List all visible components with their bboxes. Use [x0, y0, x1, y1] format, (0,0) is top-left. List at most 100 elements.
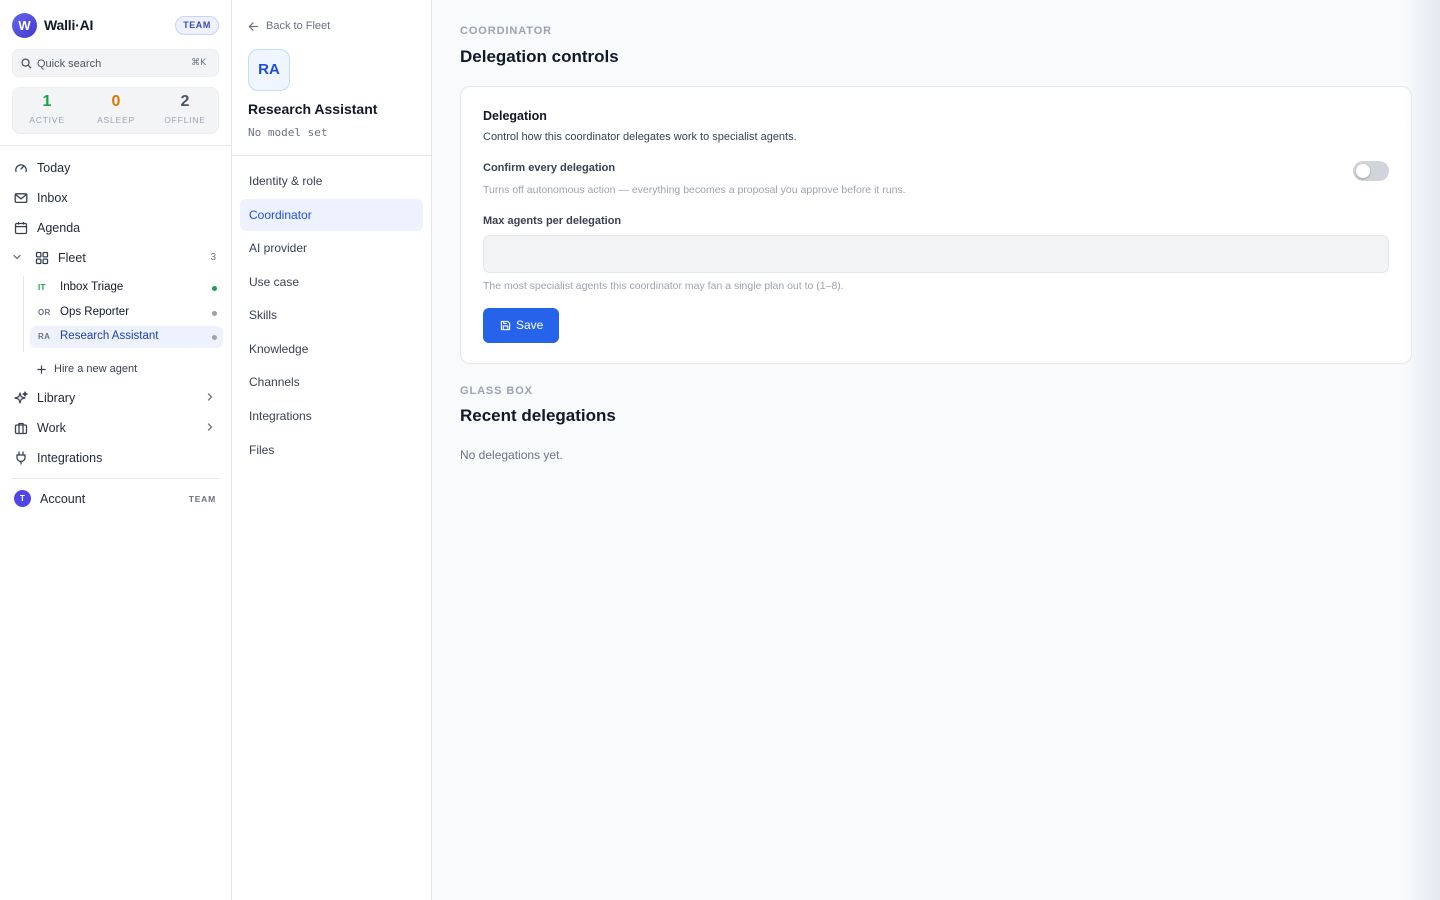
plan-badge: TEAM: [175, 16, 219, 35]
save-button[interactable]: Save: [483, 308, 559, 343]
agent-initials: OR: [38, 308, 51, 317]
settings-tab-coordinator[interactable]: Coordinator: [240, 199, 423, 231]
status-active-count: 1: [42, 93, 52, 110]
agent-name: Ops Reporter: [60, 306, 130, 318]
divider: [0, 145, 231, 146]
account-menu[interactable]: T Account TEAM: [8, 487, 222, 511]
section-eyebrow: COORDINATOR: [460, 25, 552, 37]
plus-icon: [37, 365, 46, 374]
hire-agent-link[interactable]: Hire a new agent: [30, 361, 223, 379]
hire-agent-label: Hire a new agent: [54, 363, 138, 375]
agent-avatar: RA: [248, 49, 290, 91]
empty-state: No delegations yet.: [460, 448, 563, 462]
divider: [12, 478, 219, 479]
status-asleep-count: 0: [111, 93, 121, 110]
account-label: Account: [40, 492, 86, 506]
settings-tab-ai-provider[interactable]: AI provider: [240, 232, 423, 264]
nav-fleet[interactable]: Fleet 3: [29, 245, 222, 271]
settings-tab-skills[interactable]: Skills: [240, 299, 423, 331]
settings-tab-channels[interactable]: Channels: [240, 366, 423, 398]
status-dot: [212, 286, 217, 291]
fleet-agent-research-assistant[interactable]: RA Research Assistant: [30, 326, 223, 348]
nav-work-label: Work: [37, 421, 66, 435]
mail-icon: [14, 191, 28, 205]
account-plan: TEAM: [188, 494, 216, 504]
toggle-knob: [1356, 164, 1370, 178]
confirm-delegation-label: Confirm every delegation: [483, 162, 616, 174]
settings-tab-label: Knowledge: [249, 342, 309, 356]
settings-tab-label: Integrations: [249, 409, 312, 423]
brand-name: Walli·AI: [44, 17, 94, 33]
card-description: Control how this coordinator delegates w…: [483, 131, 797, 143]
fleet-agent-inbox-triage[interactable]: IT Inbox Triage: [30, 277, 223, 299]
quick-search[interactable]: Quick search ⌘K: [12, 49, 219, 77]
status-offline[interactable]: 2 OFFLINE: [155, 93, 215, 125]
card-title: Delegation: [483, 109, 547, 123]
settings-tab-label: Use case: [249, 275, 300, 289]
confirm-delegation-toggle[interactable]: [1353, 161, 1389, 181]
nav-today[interactable]: Today: [8, 155, 222, 181]
nav-agenda-label: Agenda: [37, 221, 81, 235]
grid-icon: [35, 251, 49, 265]
nav-inbox[interactable]: Inbox: [8, 185, 222, 211]
fleet-agent-ops-reporter[interactable]: OR Ops Reporter: [30, 302, 223, 324]
main-content: COORDINATOR Delegation controls Delegati…: [432, 0, 1440, 900]
settings-tab-label: Files: [249, 443, 275, 457]
fleet-tree-line: [23, 276, 24, 352]
settings-tab-label: Coordinator: [249, 208, 312, 222]
status-offline-count: 2: [180, 93, 190, 110]
settings-tab-knowledge[interactable]: Knowledge: [240, 333, 423, 365]
agent-initials: RA: [38, 332, 51, 341]
settings-tab-label: Identity & role: [249, 174, 323, 188]
status-active[interactable]: 1 ACTIVE: [17, 93, 77, 125]
agent-name: Inbox Triage: [60, 281, 124, 293]
max-agents-input[interactable]: [483, 235, 1389, 273]
status-dot: [212, 335, 217, 340]
agent-model: No model set: [248, 126, 328, 139]
fleet-count: 3: [210, 252, 216, 263]
save-icon: [500, 320, 511, 331]
nav-work[interactable]: Work: [8, 415, 222, 441]
nav-fleet-label: Fleet: [58, 251, 86, 265]
status-asleep[interactable]: 0 ASLEEP: [86, 93, 146, 125]
briefcase-icon: [14, 421, 28, 435]
status-active-label: ACTIVE: [29, 115, 65, 125]
chevron-down-icon[interactable]: [12, 252, 22, 262]
settings-tab-identity-role[interactable]: Identity & role: [240, 165, 423, 197]
delegation-card: Delegation Control how this coordinator …: [460, 86, 1412, 364]
save-button-label: Save: [516, 318, 544, 332]
back-to-fleet-label: Back to Fleet: [266, 20, 331, 32]
settings-tab-integrations[interactable]: Integrations: [240, 400, 423, 432]
brand-logo[interactable]: W: [12, 13, 37, 38]
divider: [232, 155, 431, 156]
search-shortcut: ⌘K: [191, 58, 206, 68]
search-placeholder: Quick search: [37, 58, 102, 70]
section-title: Recent delegations: [460, 406, 616, 425]
search-icon: [21, 58, 32, 69]
max-agents-help: The most specialist agents this coordina…: [483, 280, 844, 292]
max-agents-label: Max agents per delegation: [483, 215, 622, 227]
avatar: T: [14, 490, 31, 507]
gauge-icon: [14, 161, 28, 175]
status-asleep-label: ASLEEP: [97, 115, 135, 125]
sidebar: W Walli·AI TEAM Quick search ⌘K 1 ACTIVE…: [0, 0, 232, 900]
nav-agenda[interactable]: Agenda: [8, 215, 222, 241]
chevron-right-icon: [205, 392, 215, 402]
nav-integrations-label: Integrations: [37, 451, 103, 465]
nav-integrations[interactable]: Integrations: [8, 445, 222, 471]
settings-tab-label: Skills: [249, 308, 278, 322]
sparkles-icon: [14, 391, 28, 405]
nav-library[interactable]: Library: [8, 385, 222, 411]
settings-tab-label: Channels: [249, 375, 300, 389]
nav-today-label: Today: [37, 161, 71, 175]
chevron-right-icon: [205, 422, 215, 432]
plug-icon: [14, 451, 28, 465]
settings-tab-files[interactable]: Files: [240, 434, 423, 466]
brand: W Walli·AI TEAM: [12, 13, 219, 39]
status-offline-label: OFFLINE: [164, 115, 206, 125]
nav-inbox-label: Inbox: [37, 191, 68, 205]
settings-tab-use-case[interactable]: Use case: [240, 266, 423, 298]
section-eyebrow: GLASS BOX: [460, 385, 533, 397]
nav-library-label: Library: [37, 391, 76, 405]
agent-initials: IT: [38, 283, 46, 292]
